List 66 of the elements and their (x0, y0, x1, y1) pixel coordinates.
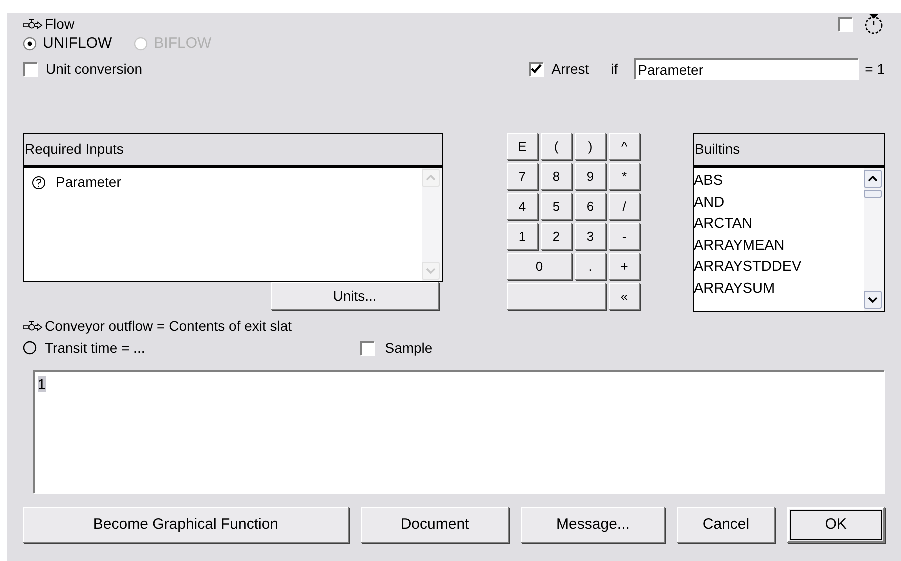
transit-time-label: Transit time = ... (45, 338, 146, 358)
arrest-checkbox[interactable] (528, 62, 544, 76)
keypad-key[interactable]: 4 (507, 193, 538, 220)
timer-checkbox[interactable] (838, 16, 853, 32)
scroll-down-button[interactable] (864, 291, 882, 309)
keypad-key[interactable]: 7 (507, 163, 538, 190)
dialog-button[interactable]: Message... (521, 507, 666, 543)
keypad-key[interactable]: 1 (507, 223, 538, 250)
builtin-list-item[interactable]: ARRAYSTDDEV (694, 257, 864, 278)
scroll-thumb[interactable] (864, 190, 882, 198)
builtins-header: Builtins (693, 133, 885, 166)
builtin-list-item[interactable]: ARCTAN (694, 214, 864, 236)
flow-type-label: UNIFLOW (43, 34, 112, 54)
keypad-key[interactable] (507, 283, 606, 310)
keypad-key[interactable]: 9 (575, 163, 606, 190)
keypad-key[interactable]: 5 (541, 193, 572, 220)
stopwatch-icon (863, 13, 885, 35)
if-label: if (611, 60, 618, 78)
sample-label: Sample (385, 338, 433, 358)
builtin-list-item[interactable]: ARRAYSUM (694, 278, 864, 300)
valve-icon (23, 18, 43, 30)
radio-button[interactable] (23, 37, 37, 51)
keypad-key[interactable]: ( (541, 133, 572, 160)
keypad-key[interactable]: 3 (575, 223, 606, 250)
flow-label: Flow (45, 14, 75, 34)
unit-conversion-label: Unit conversion (46, 60, 142, 78)
conveyor-outflow-text: Conveyor outflow = Contents of exit slat (45, 316, 292, 336)
chevron-up-icon (868, 176, 878, 182)
keypad-key[interactable]: « (609, 283, 640, 310)
keypad-key[interactable]: * (609, 163, 640, 190)
unit-conversion-checkbox[interactable] (23, 62, 38, 76)
chevron-down-icon (426, 268, 436, 274)
builtin-list-item[interactable]: AND (694, 192, 864, 214)
keypad-key[interactable]: E (507, 133, 538, 160)
keypad-key[interactable]: ^ (609, 133, 640, 160)
question-icon (32, 176, 46, 190)
arrest-label: Arrest (552, 60, 590, 78)
keypad-key[interactable]: + (609, 253, 640, 280)
keypad-key[interactable]: ) (575, 133, 606, 160)
radio-button[interactable] (23, 341, 37, 355)
chevron-up-icon (426, 175, 436, 181)
input-list-item[interactable]: Parameter (56, 172, 122, 193)
scroll-up-button[interactable] (864, 170, 882, 188)
dialog-button[interactable]: Become Graphical Function (23, 507, 349, 543)
keypad-key[interactable]: . (575, 253, 606, 280)
units-button[interactable]: Units... (271, 282, 439, 310)
chevron-down-icon (868, 297, 878, 303)
dialog-button[interactable]: Cancel (677, 507, 776, 543)
equals-one-label: = 1 (865, 60, 885, 78)
sample-checkbox[interactable] (360, 340, 376, 356)
builtin-list-item[interactable]: ARRAYMEAN (694, 236, 864, 257)
required-inputs-header: Required Inputs (23, 133, 443, 166)
dialog-button[interactable]: Document (360, 507, 510, 543)
keypad-key[interactable]: - (609, 223, 640, 250)
keypad-key[interactable]: 6 (575, 193, 606, 220)
keypad-key[interactable]: / (609, 193, 640, 220)
scrollbar[interactable] (864, 168, 884, 311)
keypad-key[interactable]: 2 (541, 223, 572, 250)
keypad-key[interactable]: 0 (507, 253, 572, 280)
valve-icon (23, 320, 43, 332)
keypad-key[interactable]: 8 (541, 163, 572, 190)
builtin-list-item[interactable]: ABS (694, 171, 864, 192)
dialog-button[interactable]: OK (787, 507, 885, 543)
expression-text: 1 (38, 376, 46, 392)
arrest-condition-field[interactable]: Parameter (634, 58, 860, 80)
expression-field[interactable]: 1 (33, 370, 885, 494)
